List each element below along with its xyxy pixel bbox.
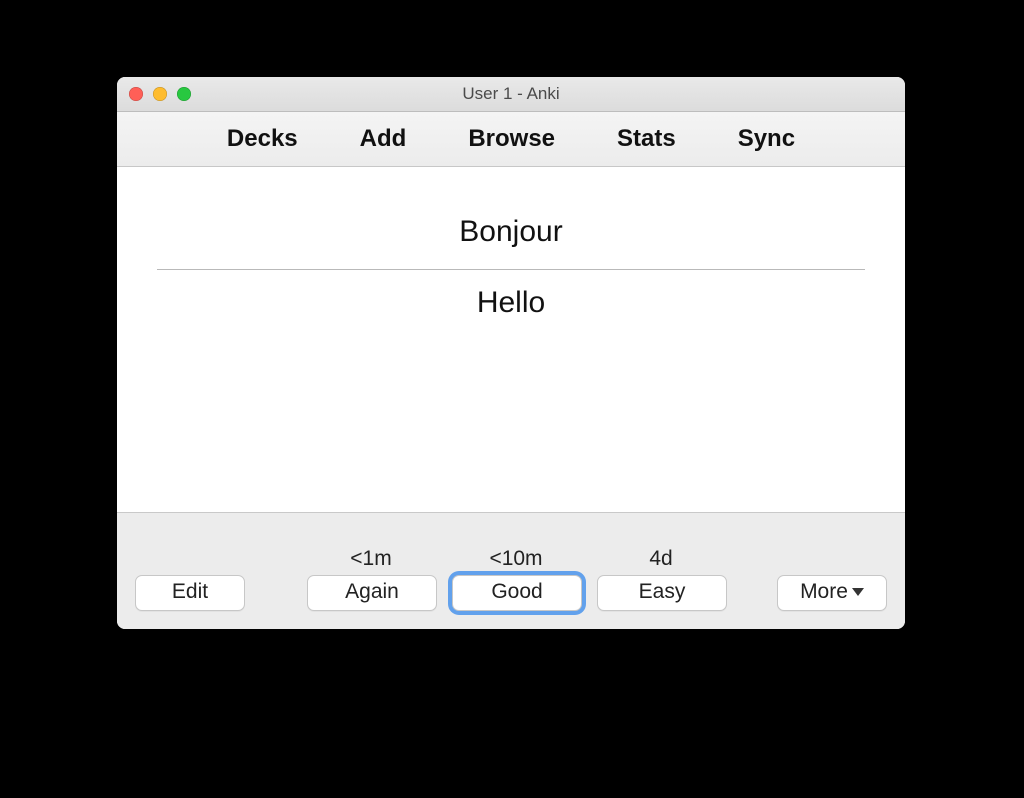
chevron-down-icon xyxy=(852,588,864,596)
interval-good: <10m xyxy=(452,547,580,571)
more-button[interactable]: More xyxy=(777,575,887,611)
window-title: User 1 - Anki xyxy=(117,84,905,104)
edit-button[interactable]: Edit xyxy=(135,575,245,611)
zoom-icon[interactable] xyxy=(177,87,191,101)
traffic-lights xyxy=(129,87,191,101)
titlebar: User 1 - Anki xyxy=(117,77,905,112)
interval-again: <1m xyxy=(307,547,435,571)
easy-button[interactable]: Easy xyxy=(597,575,727,611)
card-back: Hello xyxy=(117,286,905,320)
nav-stats[interactable]: Stats xyxy=(617,125,676,153)
interval-easy: 4d xyxy=(597,547,725,571)
good-button[interactable]: Good xyxy=(452,575,582,611)
card-front: Bonjour xyxy=(117,215,905,249)
more-label: More xyxy=(800,580,848,603)
nav-add[interactable]: Add xyxy=(360,125,407,153)
app-window: User 1 - Anki Decks Add Browse Stats Syn… xyxy=(117,77,905,629)
nav-browse[interactable]: Browse xyxy=(468,125,555,153)
top-nav: Decks Add Browse Stats Sync xyxy=(117,112,905,167)
nav-sync[interactable]: Sync xyxy=(738,125,795,153)
minimize-icon[interactable] xyxy=(153,87,167,101)
close-icon[interactable] xyxy=(129,87,143,101)
answer-bar: <1m <10m 4d Edit Again Good Easy More xyxy=(117,512,905,629)
card-divider xyxy=(157,269,865,270)
again-button[interactable]: Again xyxy=(307,575,437,611)
card-area: Bonjour Hello xyxy=(117,167,905,512)
nav-decks[interactable]: Decks xyxy=(227,125,298,153)
